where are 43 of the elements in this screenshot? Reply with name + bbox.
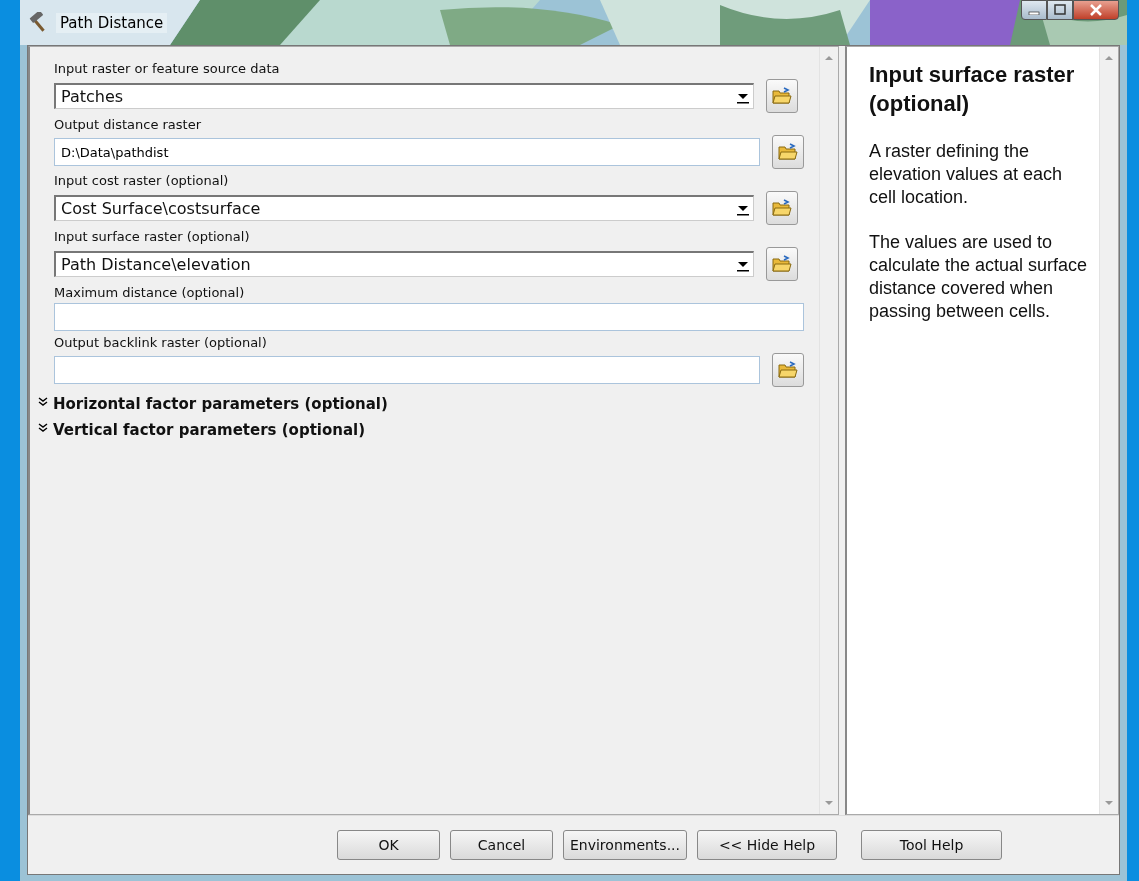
folder-icon (772, 199, 792, 217)
maximize-icon (1053, 4, 1067, 16)
dropdown-field[interactable]: Patches (54, 83, 754, 109)
field-label: Output distance raster (54, 117, 203, 132)
scroll-up-icon[interactable] (825, 55, 833, 61)
folder-icon (772, 87, 792, 105)
dialog-button[interactable]: Environments... (563, 830, 687, 860)
input-field[interactable] (54, 356, 760, 384)
browse-button[interactable] (766, 191, 798, 225)
field-label: Input raster or feature source data (54, 61, 281, 76)
maximize-button[interactable] (1047, 0, 1073, 20)
help-paragraph: The values are used to calculate the actual surface distance covered when passing between cells. (869, 231, 1089, 324)
help-paragraph: A raster defining the elevation values at each cell location. (869, 140, 1064, 210)
browse-button[interactable] (772, 353, 804, 387)
scroll-down-icon[interactable] (1105, 800, 1113, 806)
window-title: Path Distance (56, 12, 168, 33)
browse-button[interactable] (772, 135, 804, 169)
dialog-button[interactable]: Tool Help (861, 830, 1002, 860)
field-label: Maximum distance (optional) (54, 285, 246, 300)
folder-icon (778, 361, 798, 379)
scroll-up-icon[interactable] (1105, 55, 1113, 61)
dialog-button[interactable]: << Hide Help (697, 830, 837, 860)
input-field[interactable] (54, 303, 804, 331)
field-label: Output backlink raster (optional) (54, 335, 268, 350)
dialog-button[interactable]: Cancel (450, 830, 553, 860)
close-button[interactable] (1073, 0, 1119, 20)
close-icon (1088, 4, 1104, 16)
scroll-down-icon[interactable] (825, 800, 833, 806)
section-toggle[interactable]: Horizontal factor parameters (optional) (38, 395, 388, 413)
input-field[interactable]: D:\Data\pathdist (54, 138, 760, 166)
dropdown-field[interactable]: Path Distance\elevation (54, 251, 754, 277)
scrollbar[interactable] (1099, 47, 1118, 814)
dropdown-field[interactable]: Cost Surface\costsurface (54, 195, 754, 221)
field-label: Input surface raster (optional) (54, 229, 251, 244)
help-title: Input surface raster (optional) (869, 61, 1076, 118)
browse-button[interactable] (766, 247, 798, 281)
section-toggle[interactable]: Vertical factor parameters (optional) (38, 421, 366, 439)
field-label: Input cost raster (optional) (54, 173, 230, 188)
folder-icon (772, 255, 792, 273)
browse-button[interactable] (766, 79, 798, 113)
dialog-button[interactable]: OK (337, 830, 440, 860)
folder-icon (778, 143, 798, 161)
minimize-button[interactable] (1021, 0, 1047, 20)
